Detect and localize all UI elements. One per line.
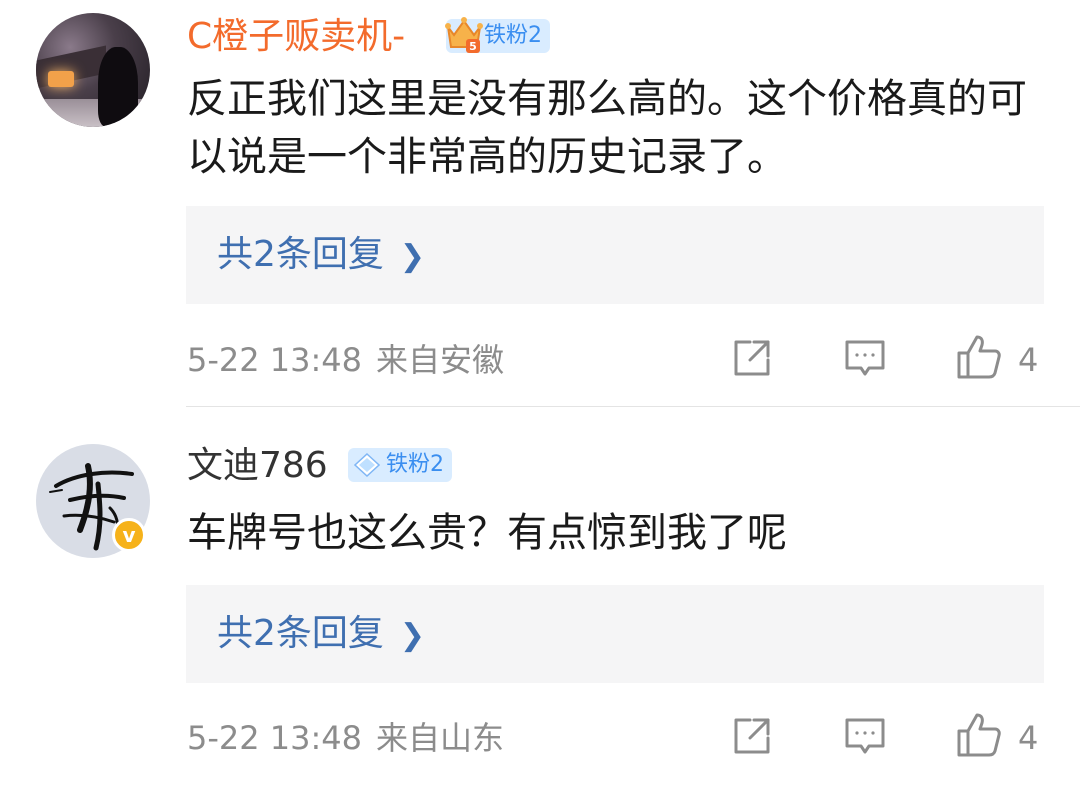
comment-icon[interactable]	[843, 714, 887, 758]
crown-icon: 5	[445, 17, 483, 53]
fan-badge-label: 铁粉2	[484, 23, 542, 48]
like-count: 4	[1018, 719, 1039, 757]
comment-meta: 5-22 13:48 来自山东	[187, 718, 504, 758]
share-icon[interactable]	[730, 714, 774, 758]
fan-badge[interactable]: 铁粉2	[348, 448, 452, 482]
diamond-icon	[354, 453, 380, 477]
avatar[interactable]	[36, 13, 150, 127]
reply-box[interactable]: 共2条回复 ❯	[186, 206, 1044, 304]
username[interactable]: C橙子贩卖机-	[187, 15, 405, 59]
chevron-right-icon: ❯	[399, 239, 426, 274]
comment-text: 车牌号也这么贵？有点惊到我了呢	[187, 510, 787, 556]
svg-text:5: 5	[469, 40, 477, 53]
comment-date: 5-22 13:48	[187, 719, 363, 757]
comment-text: 反正我们这里是没有那么高的。这个价格真的可以说是一个非常高的历史记录了。	[187, 76, 1027, 180]
view-replies-link[interactable]: 共2条回复 ❯	[217, 232, 425, 280]
like-count: 4	[1018, 341, 1039, 379]
comment-icon[interactable]	[843, 336, 887, 380]
reply-link-label: 共2条回复	[217, 234, 384, 275]
comment-location: 来自山东	[376, 719, 505, 757]
chevron-right-icon: ❯	[399, 618, 426, 653]
comment-date: 5-22 13:48	[187, 341, 363, 379]
view-replies-link[interactable]: 共2条回复 ❯	[217, 611, 425, 659]
comment-meta: 5-22 13:48 来自安徽	[187, 340, 504, 380]
username[interactable]: 文迪786	[187, 444, 328, 488]
comment-location: 来自安徽	[376, 341, 505, 379]
fan-badge[interactable]: 5 铁粉2	[445, 17, 550, 53]
fan-badge-label: 铁粉2	[386, 452, 444, 477]
reply-link-label: 共2条回复	[217, 613, 384, 654]
share-icon[interactable]	[730, 336, 774, 380]
reply-box[interactable]: 共2条回复 ❯	[186, 585, 1044, 683]
like-icon[interactable]	[955, 333, 1001, 379]
divider	[186, 406, 1080, 407]
like-icon[interactable]	[955, 711, 1001, 757]
verified-badge: v	[112, 518, 146, 552]
